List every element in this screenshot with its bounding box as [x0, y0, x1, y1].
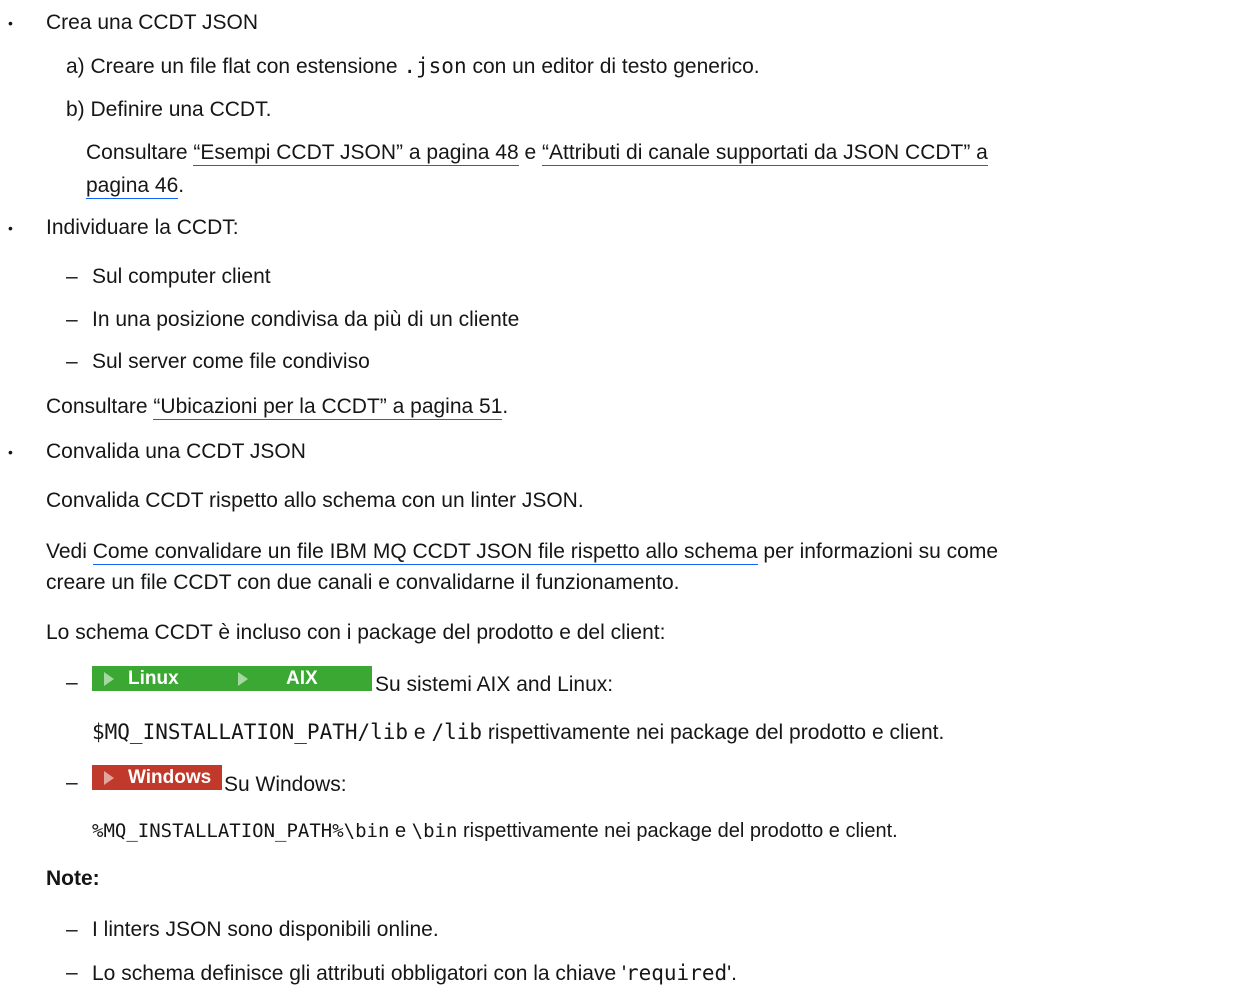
notes-title: Note: — [46, 867, 100, 890]
dash: – — [66, 350, 78, 373]
bullet: • — [8, 220, 13, 236]
dash: – — [66, 961, 78, 984]
step-a-text: a) Creare un file flat con estensione — [66, 55, 398, 78]
consult-prefix: Consultare — [46, 395, 148, 418]
aix-badge-label: AIX — [286, 667, 318, 689]
consult-prefix: Consultare — [86, 141, 188, 164]
conjunction: e — [394, 820, 407, 842]
see-tail: per informazioni su come — [763, 540, 999, 563]
linux-badge-label: Linux — [128, 667, 179, 689]
consult-line-2: Consultare “Ubicazioni per la CCDT” a pa… — [46, 394, 508, 420]
link-ubicazioni[interactable]: “Ubicazioni per la CCDT” a pagina 51 — [153, 395, 503, 420]
step-a-tail: con un editor di testo generico. — [472, 55, 760, 78]
see-prefix: Vedi — [46, 540, 87, 563]
option-shared: In una posizione condivisa da più di un … — [92, 308, 520, 331]
note-1: I linters JSON sono disponibili online. — [92, 918, 439, 941]
option-client: Sul computer client — [92, 265, 271, 288]
conjunction: e — [524, 141, 537, 164]
dash: – — [66, 671, 78, 694]
validate-desc: Convalida CCDT rispetto allo schema con … — [46, 489, 584, 512]
json-extension-code: .json — [403, 54, 467, 78]
linux-badge: Linux — [92, 666, 226, 691]
windows-badge: Windows — [92, 765, 222, 790]
note-2-prefix: Lo schema definisce gli attributi obblig… — [92, 962, 626, 985]
see-line-2: creare un file CCDT con due canali e con… — [46, 571, 680, 594]
unix-path-line: $MQ_INSTALLATION_PATH/lib e /lib rispett… — [92, 719, 944, 746]
bullet: • — [8, 15, 13, 31]
unix-tail: rispettivamente nei package del prodotto… — [487, 721, 945, 744]
dash: – — [66, 771, 78, 794]
link-validate-schema[interactable]: Come convalidare un file IBM MQ CCDT JSO… — [92, 540, 758, 565]
schema-intro: Lo schema CCDT è incluso con i package d… — [46, 621, 666, 644]
period: . — [502, 395, 509, 418]
lib-code: /lib — [431, 720, 483, 744]
windows-badge-label: Windows — [128, 766, 212, 788]
note-2: Lo schema definisce gli attributi obblig… — [92, 960, 737, 987]
consult-line-1-cont: pagina 46. — [86, 173, 184, 199]
item2-title: Individuare la CCDT: — [46, 216, 239, 239]
item3-title: Convalida una CCDT JSON — [46, 440, 306, 463]
link-attributi-canale[interactable]: “Attributi di canale supportati da JSON … — [542, 141, 988, 166]
arrow-right-icon — [238, 671, 248, 686]
unix-path-code: $MQ_INSTALLATION_PATH/lib — [92, 720, 409, 744]
consult-line-1: Consultare “Esempi CCDT JSON” a pagina 4… — [86, 140, 988, 166]
step-b: b) Definire una CCDT. — [66, 98, 272, 121]
link-attributi-canale-page[interactable]: pagina 46 — [86, 174, 179, 199]
windows-path-line: %MQ_INSTALLATION_PATH%\bin e \bin rispet… — [92, 818, 898, 844]
link-esempi-ccdt[interactable]: “Esempi CCDT JSON” a pagina 48 — [193, 141, 519, 166]
note-2-suffix: '. — [727, 962, 737, 985]
conjunction: e — [413, 721, 426, 744]
windows-tail: rispettivamente nei package del prodotto… — [463, 820, 898, 842]
aix-badge: AIX — [226, 666, 372, 691]
item1-title: Crea una CCDT JSON — [46, 11, 259, 34]
windows-path-code: %MQ_INSTALLATION_PATH%\bin — [92, 820, 390, 842]
windows-label: Su Windows: — [224, 773, 347, 796]
arrow-right-icon — [104, 671, 114, 686]
required-code: required — [625, 961, 728, 985]
dash: – — [66, 308, 78, 331]
dash: – — [66, 265, 78, 288]
bin-code: \bin — [411, 820, 458, 842]
unix-label: Su sistemi AIX and Linux: — [375, 673, 614, 696]
see-line: Vedi Come convalidare un file IBM MQ CCD… — [46, 539, 998, 565]
step-a: a) Creare un file flat con estensione .j… — [66, 53, 760, 80]
option-server: Sul server come file condiviso — [92, 350, 370, 373]
bullet: • — [8, 444, 13, 460]
dash: – — [66, 918, 78, 941]
document-page: • Crea una CCDT JSON a) Creare un file f… — [0, 0, 1258, 994]
period: . — [178, 174, 185, 197]
arrow-right-icon — [104, 770, 114, 785]
